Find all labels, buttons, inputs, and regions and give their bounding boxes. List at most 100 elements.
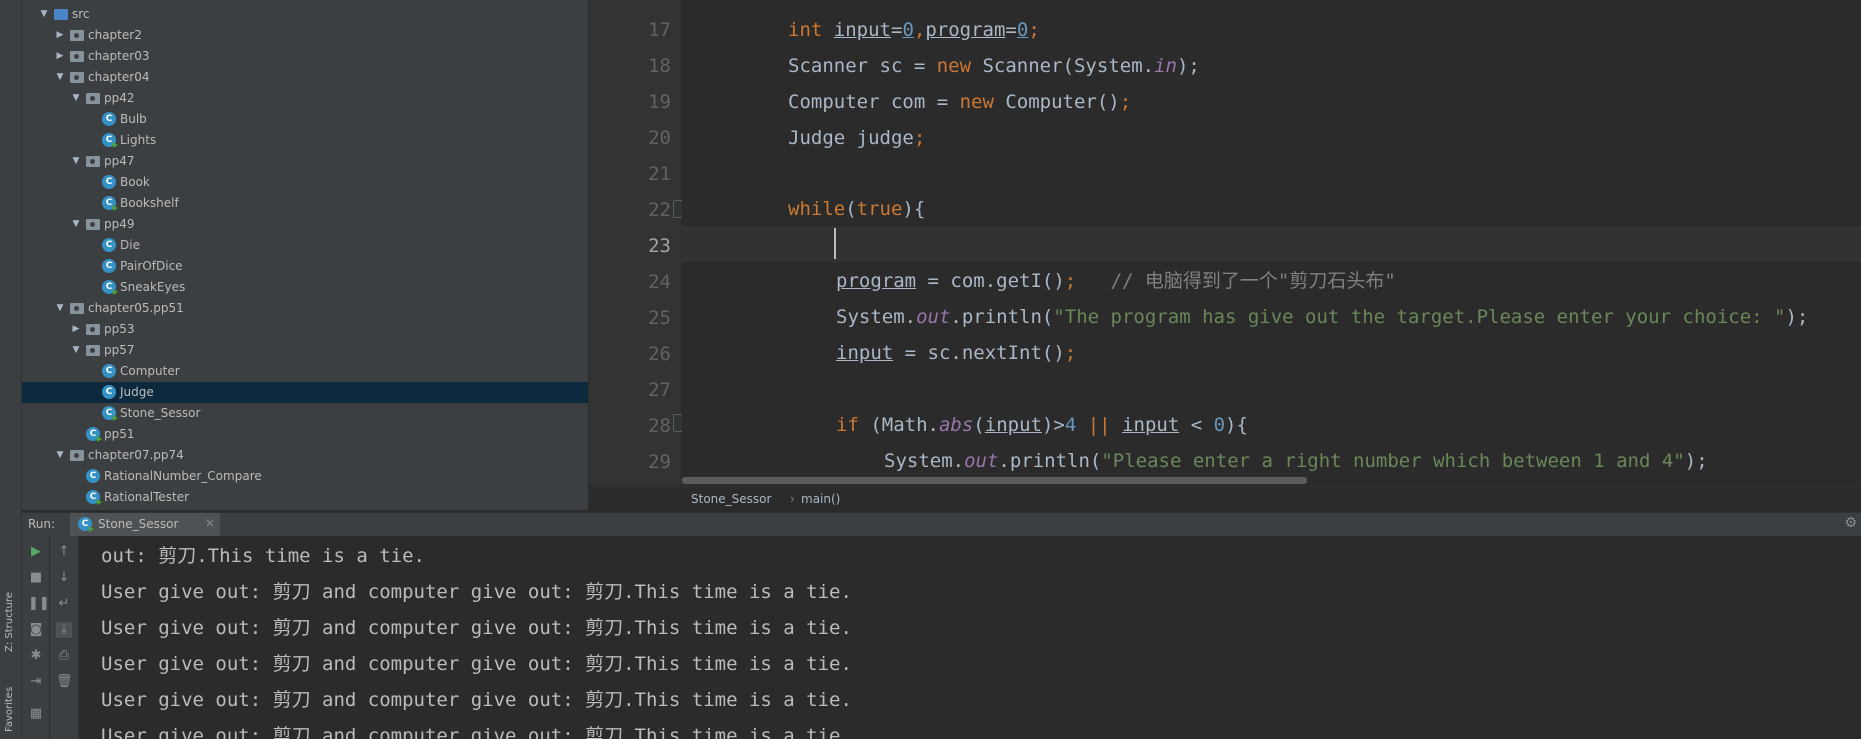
tree-item-pairofdice[interactable]: C PairOfDice — [22, 256, 588, 277]
tree-item-lights[interactable]: C Lights — [22, 130, 588, 151]
line-number: 24 — [648, 271, 671, 293]
breadcrumb-method[interactable]: main() — [801, 492, 840, 506]
tree-item-pp47[interactable]: ▼ pp47 — [22, 151, 588, 172]
tree-item-pp49[interactable]: ▼ pp49 — [22, 214, 588, 235]
tree-item-src[interactable]: ▼ src — [22, 4, 588, 25]
print-icon[interactable]: ⎙ — [56, 648, 72, 664]
code-editor[interactable]: int input=0,program=0; Scanner sc = new … — [682, 0, 1861, 485]
tree-item-pp57[interactable]: ▼ pp57 — [22, 340, 588, 361]
tree-item-stone-sessor[interactable]: C Stone_Sessor — [22, 403, 588, 424]
collapse-arrow-icon[interactable]: ▶ — [54, 46, 66, 67]
code-line-29: System.out.println("Please enter a right… — [884, 450, 1708, 472]
tree-item-sneakeyes[interactable]: C SneakEyes — [22, 277, 588, 298]
expand-arrow-icon[interactable]: ▼ — [54, 67, 66, 88]
breadcrumb: Stone_Sessor › main() — [589, 486, 1861, 513]
collapse-arrow-icon[interactable]: ▶ — [54, 25, 66, 46]
structure-tool-label[interactable]: Z: Structure — [4, 592, 15, 652]
tree-item-die[interactable]: C Die — [22, 235, 588, 256]
code-line-20: Judge judge; — [788, 127, 926, 149]
expand-arrow-icon[interactable]: ▼ — [54, 445, 66, 466]
expand-arrow-icon[interactable]: ▼ — [70, 151, 82, 172]
breadcrumb-chevron-icon: › — [790, 492, 795, 506]
tree-item-label: chapter04 — [88, 70, 150, 84]
code-line-25: System.out.println("The program has give… — [836, 306, 1809, 328]
editor-gutter: 17 18 19 20 21 22 23 24 25 26 27 28 29 — [589, 0, 681, 485]
collapse-arrow-icon[interactable]: ▶ — [70, 319, 82, 340]
line-number: 19 — [648, 91, 671, 113]
tree-item-label: chapter05.pp51 — [88, 301, 184, 315]
tree-item-label: chapter07.pp74 — [88, 448, 184, 462]
class-icon: C — [102, 364, 116, 378]
rerun-icon[interactable]: ▶ — [28, 544, 44, 560]
console-line: User give out: 剪刀 and computer give out:… — [101, 689, 852, 711]
gear-icon[interactable]: ⚙ — [1844, 515, 1857, 531]
run-tab-stone-sessor[interactable]: C Stone_Sessor × — [70, 513, 220, 536]
tree-item-label: Computer — [120, 364, 180, 378]
package-icon — [86, 343, 100, 357]
tree-item-computer[interactable]: C Computer — [22, 361, 588, 382]
tree-item-label: RationalTester — [104, 490, 190, 504]
package-icon — [70, 28, 84, 42]
editor-horizontal-scrollbar[interactable] — [682, 477, 1307, 484]
tree-item-chapter07-pp74[interactable]: ▼ chapter07.pp74 — [22, 445, 588, 466]
class-icon: C — [102, 238, 116, 252]
expand-arrow-icon[interactable]: ▼ — [70, 340, 82, 361]
tree-item-book[interactable]: C Book — [22, 172, 588, 193]
settings-icon[interactable]: ✱ — [28, 648, 44, 664]
tree-item-pp51[interactable]: Cpp51 — [22, 424, 588, 445]
tree-item-pp53[interactable]: ▶ pp53 — [22, 319, 588, 340]
scroll-to-end-icon[interactable]: ⤓ — [56, 622, 72, 638]
code-line-22: while(true){ — [788, 198, 926, 220]
tree-item-label: src — [72, 7, 90, 21]
expand-arrow-icon[interactable]: ▼ — [38, 4, 50, 25]
tree-item-judge[interactable]: C Judge — [22, 382, 588, 403]
tree-item-bookshelf[interactable]: C Bookshelf — [22, 193, 588, 214]
console-line: User give out: 剪刀 and computer give out:… — [101, 725, 852, 739]
expand-arrow-icon[interactable]: ▼ — [70, 214, 82, 235]
tree-item-label: Stone_Sessor — [120, 406, 201, 420]
package-icon — [70, 49, 84, 63]
layout-icon[interactable]: ▦ — [28, 706, 44, 722]
tree-item-label: RationalNumber_Compare — [104, 469, 262, 483]
code-line-28: if (Math.abs(input)>4 || input < 0){ — [836, 414, 1248, 436]
soft-wrap-icon[interactable]: ↵ — [56, 596, 72, 612]
stop-icon[interactable]: ■ — [28, 570, 44, 586]
tree-item-rationaltester[interactable]: C RationalTester — [22, 487, 588, 508]
down-arrow-icon[interactable]: ↓ — [56, 570, 72, 586]
package-icon — [86, 91, 100, 105]
line-number: 18 — [648, 55, 671, 77]
console-output[interactable]: out: 剪刀.This time is a tie. User give out… — [79, 536, 1861, 739]
favorites-tool-label[interactable]: Favorites — [4, 687, 15, 732]
close-icon[interactable]: × — [205, 516, 215, 530]
exit-icon[interactable]: ⇥ — [28, 674, 44, 690]
breadcrumb-class[interactable]: Stone_Sessor — [691, 492, 771, 506]
line-number: 26 — [648, 343, 671, 365]
run-toolbar-primary: ▶ ■ ❚❚ ◙ ✱ ⇥ ▦ — [22, 536, 50, 739]
pause-icon[interactable]: ❚❚ — [28, 596, 50, 612]
tree-item-label: Die — [120, 238, 140, 252]
code-line-19: Computer com = new Computer(); — [788, 91, 1132, 113]
tree-item-label: chapter03 — [88, 49, 150, 63]
tree-item-bulb[interactable]: C Bulb — [22, 109, 588, 130]
line-number: 27 — [648, 379, 671, 401]
camera-icon[interactable]: ◙ — [28, 622, 44, 638]
tree-item-rationalnumber-compare[interactable]: C RationalNumber_Compare — [22, 466, 588, 487]
expand-arrow-icon[interactable]: ▼ — [70, 88, 82, 109]
source-folder-icon — [54, 7, 68, 21]
package-icon — [86, 322, 100, 336]
tree-item-chapter05-pp51[interactable]: ▼ chapter05.pp51 — [22, 298, 588, 319]
code-line-18: Scanner sc = new Scanner(System.in); — [788, 55, 1200, 77]
left-tool-strip: Z: Structure Favorites — [0, 0, 22, 739]
expand-arrow-icon[interactable]: ▼ — [54, 298, 66, 319]
run-panel-header: Run: C Stone_Sessor × ⚙ — [22, 512, 1861, 537]
tree-item-chapter2[interactable]: ▶ chapter2 — [22, 25, 588, 46]
tree-item-chapter04[interactable]: ▼ chapter04 — [22, 67, 588, 88]
tree-item-pp42[interactable]: ▼ pp42 — [22, 88, 588, 109]
tree-item-chapter03[interactable]: ▶ chapter03 — [22, 46, 588, 67]
current-line-highlight — [682, 226, 1861, 262]
up-arrow-icon[interactable]: ↑ — [56, 544, 72, 560]
line-number: 28 — [648, 415, 671, 437]
trash-icon[interactable]: 🗑 — [56, 674, 73, 690]
console-line: User give out: 剪刀 and computer give out:… — [101, 653, 852, 675]
main-class-icon: C — [102, 280, 118, 295]
